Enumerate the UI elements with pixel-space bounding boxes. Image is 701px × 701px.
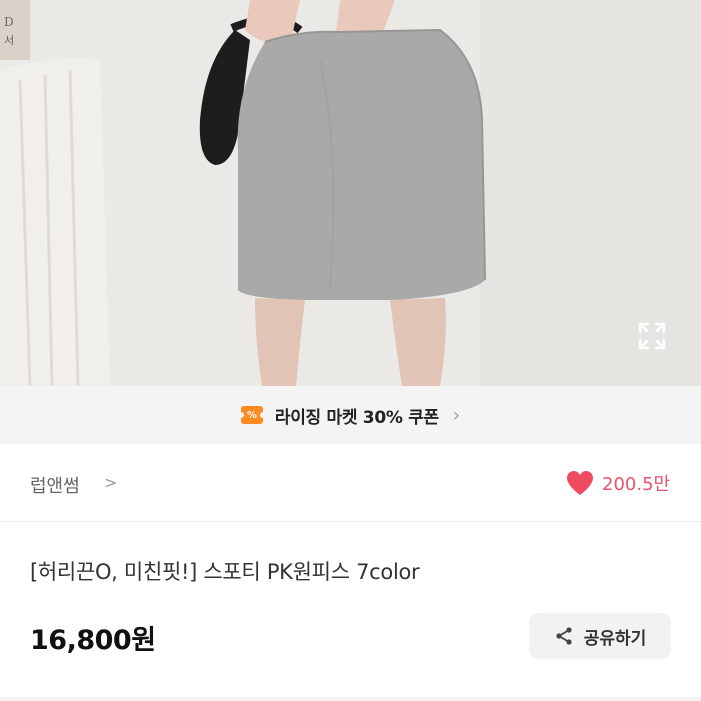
product-title: [허리끈O, 미친핏!] 스포티 PK원피스 7color (30, 560, 420, 584)
coupon-icon-glyph: % (246, 409, 257, 421)
share-icon (556, 627, 572, 645)
product-price: 16,800원 (30, 625, 156, 656)
product-photo-illustration: D 서 (0, 0, 701, 386)
chevron-right-icon: › (452, 404, 461, 426)
svg-text:서: 서 (4, 34, 14, 47)
seller-chevron-icon: > (104, 473, 118, 492)
expand-icon (638, 322, 666, 350)
coupon-ticket-icon: % (237, 406, 266, 424)
product-detail-page: D 서 % 라이징 마켓 30% 쿠폰 › 럽앤썸 > 200.5만 [허리끈O… (0, 0, 701, 701)
section-divider (0, 697, 701, 701)
heart-icon (567, 471, 593, 495)
seller-name-link[interactable]: 럽앤썸 (30, 472, 80, 498)
svg-text:D: D (4, 15, 14, 29)
expand-image-button[interactable] (636, 320, 668, 352)
product-image[interactable]: D 서 (0, 0, 701, 386)
coupon-banner[interactable]: % 라이징 마켓 30% 쿠폰 › (0, 386, 701, 444)
seller-row: 럽앤썸 > 200.5만 (0, 444, 701, 522)
share-button[interactable]: 공유하기 (529, 613, 671, 659)
coupon-text: 라이징 마켓 30% 쿠폰 (274, 407, 439, 428)
like-button[interactable]: 200.5만 (566, 470, 670, 496)
like-count: 200.5만 (602, 474, 671, 495)
share-label: 공유하기 (583, 628, 647, 649)
